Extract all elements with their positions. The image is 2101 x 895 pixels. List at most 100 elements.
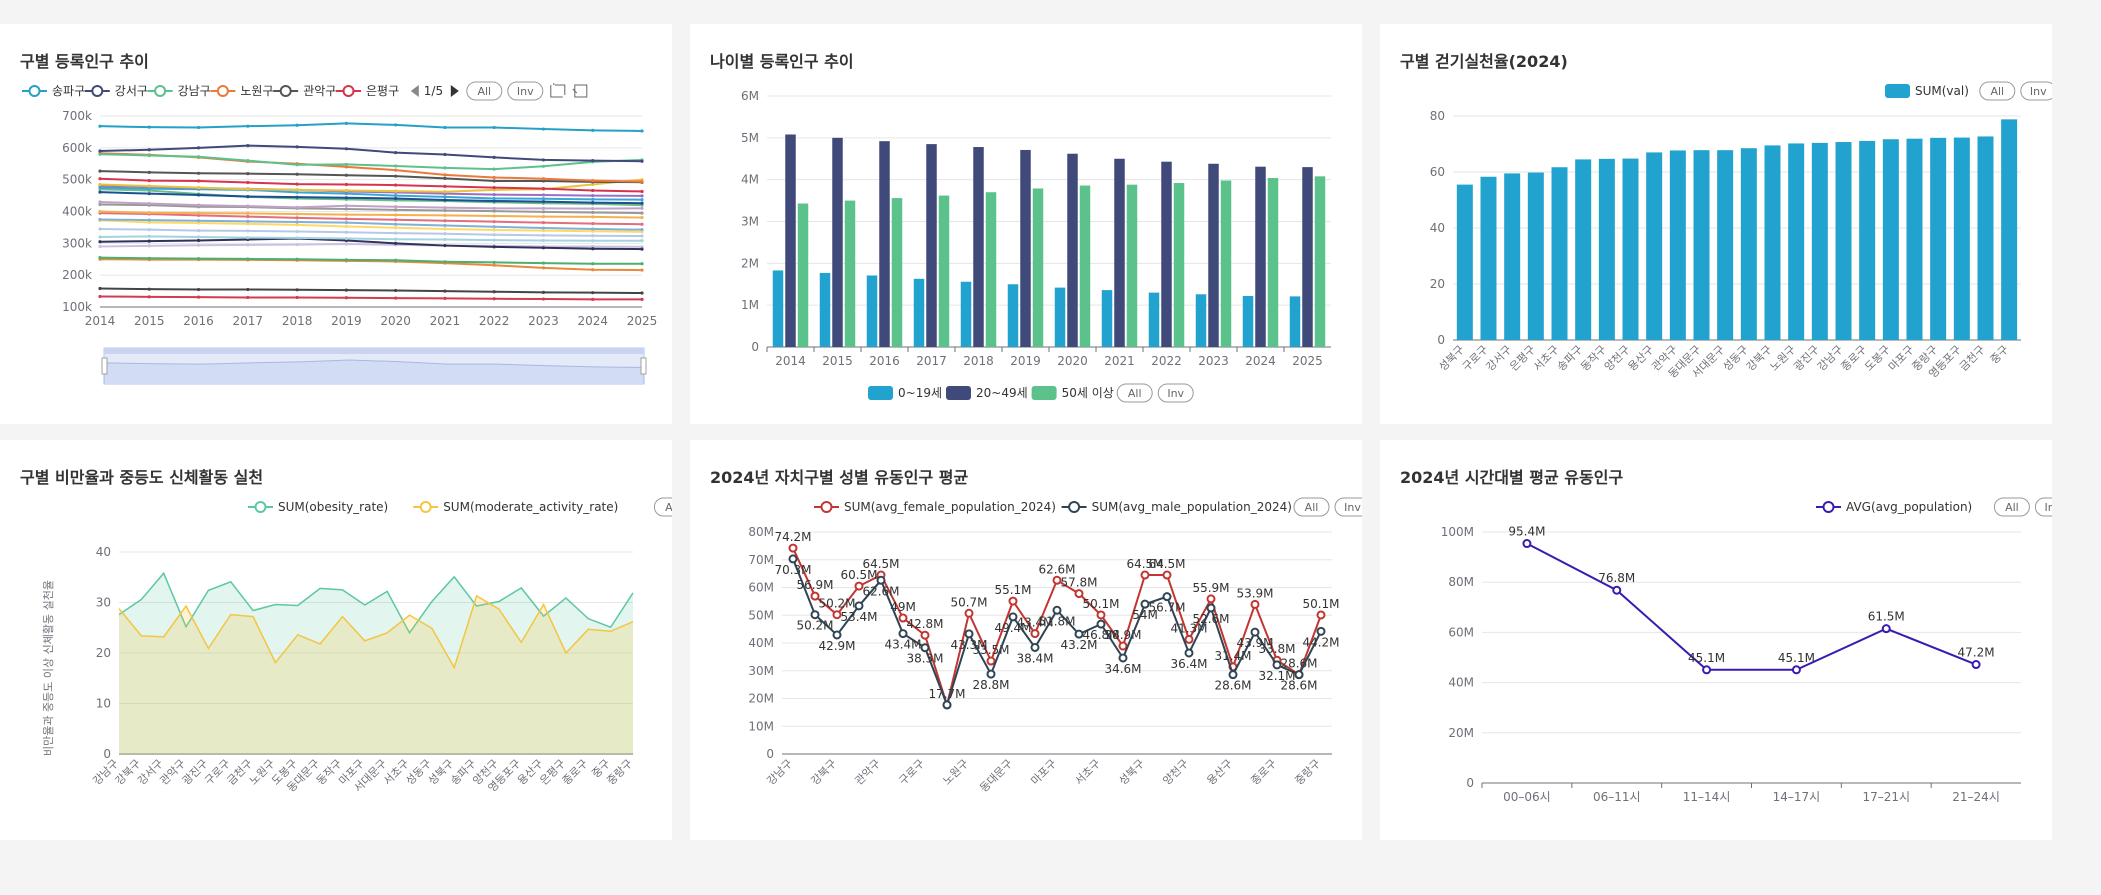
data-zoom-handle-left[interactable] [101,357,108,375]
bar[interactable] [913,278,925,347]
bar[interactable] [797,203,809,347]
bar[interactable] [1020,149,1031,347]
data-point[interactable] [1316,626,1326,636]
bar[interactable] [1079,185,1091,347]
legend-swatch-marker[interactable] [820,501,833,513]
bar[interactable] [844,200,856,347]
bar[interactable] [1067,153,1078,347]
bar[interactable] [1007,284,1019,347]
bar[interactable] [1161,161,1172,347]
crop-icon[interactable] [550,83,566,98]
legend-swatch[interactable] [946,386,971,400]
walking-rate-bar-chart[interactable]: 020406080성북구구로구강서구은평구서초구송파구동작구양천구용산구관악구동… [1380,24,2052,424]
data-point[interactable] [1118,653,1128,663]
data-point[interactable] [788,543,798,553]
data-zoom-bar[interactable] [104,348,644,354]
series-line[interactable] [99,256,642,265]
bar[interactable] [785,134,796,347]
bar[interactable] [1977,136,1994,340]
bar[interactable] [1195,294,1207,347]
series-line[interactable] [1526,542,1977,671]
bar[interactable] [1598,158,1615,340]
bar[interactable] [1930,137,1947,340]
data-point[interactable] [1881,624,1891,634]
next-page-icon[interactable] [450,85,459,97]
data-point[interactable] [1118,641,1128,651]
data-point[interactable] [810,591,820,601]
bar[interactable] [832,137,843,347]
data-point[interactable] [1702,665,1712,675]
bar[interactable] [1551,167,1568,340]
data-point[interactable] [1316,610,1326,620]
data-point[interactable] [1030,642,1040,652]
legend-swatch-marker[interactable] [419,501,432,513]
district-population-line-chart[interactable]: 100k 200k 300k 400k 500k 600k 700k 2014 2015 2016… [0,24,672,424]
bar[interactable] [1835,142,1852,340]
bar[interactable] [1220,180,1232,347]
bar[interactable] [1114,158,1125,347]
data-point[interactable] [1074,589,1084,599]
legend-swatch-marker[interactable] [154,85,167,97]
data-point[interactable] [1791,665,1801,675]
data-point[interactable] [1074,629,1084,639]
bar[interactable] [1693,150,1710,340]
series-line[interactable] [99,122,643,132]
data-point[interactable] [876,575,886,585]
data-point[interactable] [1052,575,1062,585]
bar[interactable] [1255,166,1266,347]
bar[interactable] [1669,150,1686,340]
bar[interactable] [985,192,997,347]
legend-swatch-marker[interactable] [91,85,104,97]
bar[interactable] [1859,140,1876,340]
data-point[interactable] [788,554,798,564]
bar[interactable] [1882,139,1899,340]
bar[interactable] [938,195,950,347]
bar[interactable] [1208,163,1219,347]
bar[interactable] [1764,145,1781,340]
data-point[interactable] [920,630,930,640]
data-zoom-handle-right[interactable] [640,357,647,375]
bar[interactable] [879,141,890,347]
data-point[interactable] [1250,627,1260,637]
data-point[interactable] [1162,592,1172,602]
data-point[interactable] [964,629,974,639]
data-point[interactable] [1052,605,1062,615]
data-point[interactable] [898,629,908,639]
obesity-activity-area-chart[interactable]: 010203040강남구강북구강서구관악구광진구구로구금천구노원구도봉구동대문구… [0,440,672,840]
legend-swatch-marker[interactable] [1068,501,1081,513]
data-point[interactable] [1030,629,1040,639]
prev-page-icon[interactable] [410,85,419,97]
data-point[interactable] [1971,660,1981,670]
bar[interactable] [1480,176,1497,340]
bar[interactable] [1811,142,1828,340]
bar[interactable] [1302,167,1313,347]
data-point[interactable] [964,608,974,618]
series-line[interactable] [99,218,643,231]
data-point[interactable] [1228,670,1238,680]
bar[interactable] [2001,119,2018,340]
bar[interactable] [1173,183,1185,347]
data-point[interactable] [1140,599,1150,609]
data-point[interactable] [1612,585,1622,595]
bar[interactable] [960,281,972,347]
legend-swatch[interactable] [1885,84,1910,98]
series-line[interactable] [99,295,642,301]
bar[interactable] [891,198,903,347]
bar[interactable] [1717,150,1734,340]
legend-swatch[interactable] [868,386,893,400]
data-point[interactable] [1294,670,1304,680]
legend-swatch-marker[interactable] [279,85,292,97]
bar[interactable] [1054,287,1066,347]
legend-swatch[interactable] [1031,386,1057,400]
data-point[interactable] [1522,539,1532,549]
age-population-bar-chart[interactable]: 0 1M 2M 3M 4M 5M 6M 2014 2015 2016 2017 2018 2019 202… [690,24,1362,424]
bar[interactable] [1906,138,1923,340]
gender-floating-line-chart[interactable]: 010M20M30M40M50M60M70M80M 74.2M56.9M50.2M… [690,440,1362,840]
bar[interactable] [1126,184,1138,347]
bar[interactable] [1740,148,1757,340]
bar[interactable] [819,272,831,347]
data-point[interactable] [832,610,842,620]
bar[interactable] [1101,290,1113,347]
data-point[interactable] [1008,612,1018,622]
data-point[interactable] [898,613,908,623]
